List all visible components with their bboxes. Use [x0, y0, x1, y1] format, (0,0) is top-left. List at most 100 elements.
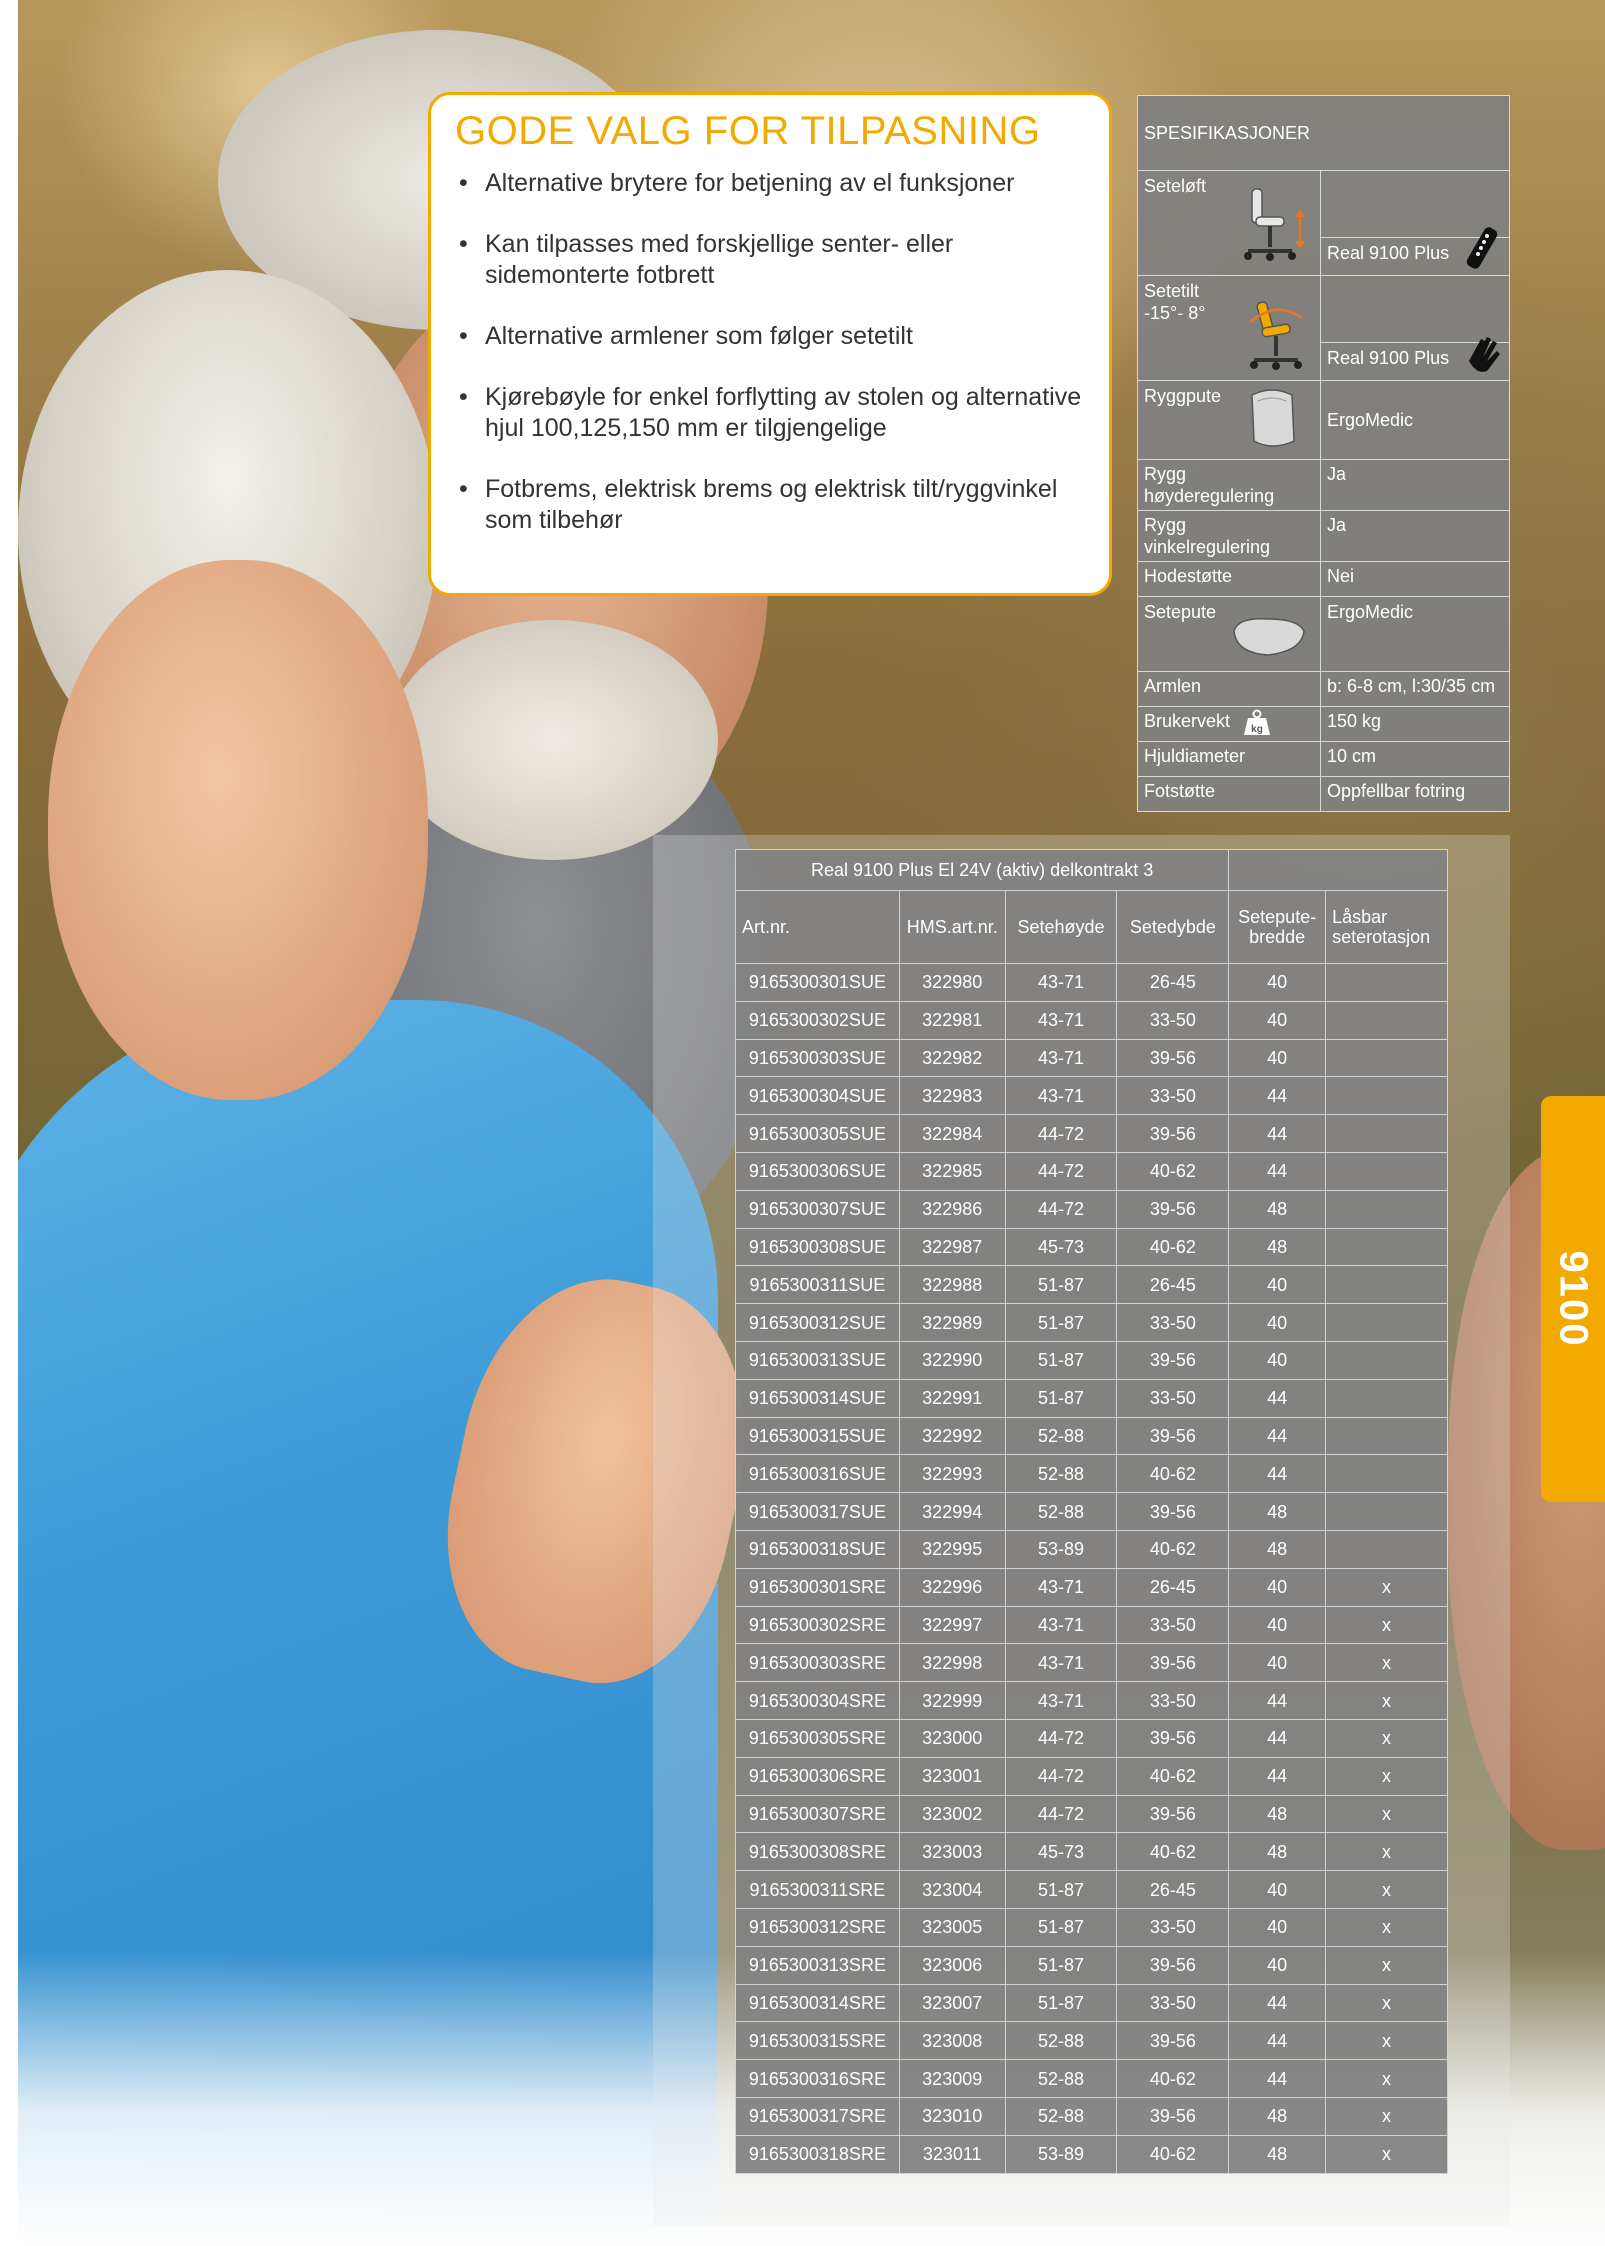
- cell-setepute-bredde: 48: [1228, 1227, 1327, 1267]
- cell-setedybde: 26-45: [1116, 963, 1230, 1002]
- cell-setehoyde: 44-72: [1004, 1114, 1118, 1153]
- seat-cushion-icon: [1233, 618, 1305, 656]
- man-beard: [388, 620, 718, 860]
- cell-setedybde: 33-50: [1116, 1605, 1230, 1645]
- cell-hms-artnr: 322990: [898, 1340, 1006, 1380]
- table-row: 9165300313SUE 322990 51-87 39-56 40: [735, 1340, 1448, 1380]
- cell-hms-artnr: 323000: [898, 1718, 1006, 1758]
- cell-lasbar-seterotasjon: [1325, 1416, 1448, 1456]
- cell-setedybde: 39-56: [1116, 2096, 1230, 2136]
- cell-lasbar-seterotasjon: [1325, 1303, 1448, 1342]
- cell-setepute-bredde: 44: [1228, 1416, 1327, 1456]
- spec-row-armlen: Armlen b: 6-8 cm, l:30/35 cm: [1137, 671, 1510, 707]
- table-row: 9165300304SUE 322983 43-71 33-50 44: [735, 1076, 1448, 1116]
- cell-lasbar-seterotasjon: [1325, 1038, 1448, 1078]
- cell-hms-artnr: 323011: [898, 2134, 1006, 2174]
- cell-setepute-bredde: 44: [1228, 1076, 1327, 1116]
- col-header-setedybde: Setedybde: [1116, 890, 1230, 964]
- cell-setehoyde: 53-89: [1004, 1529, 1118, 1569]
- cell-lasbar-seterotasjon: x: [1325, 2134, 1448, 2174]
- armlen-label: Armlen: [1137, 671, 1321, 707]
- table-row: 9165300314SRE 323007 51-87 33-50 44 x: [735, 1983, 1448, 2023]
- cell-setedybde: 26-45: [1116, 1870, 1230, 1909]
- cell-artnr: 9165300301SUE: [735, 963, 900, 1002]
- hjuldiameter-label: Hjuldiameter: [1137, 741, 1321, 777]
- cell-artnr: 9165300312SUE: [735, 1303, 900, 1342]
- cell-setedybde: 39-56: [1116, 1794, 1230, 1834]
- seteloft-value: Real 9100 Plus: [1327, 243, 1450, 263]
- cell-artnr: 9165300317SUE: [735, 1492, 900, 1531]
- cell-setepute-bredde: 40: [1228, 1567, 1327, 1607]
- cell-hms-artnr: 323007: [898, 1983, 1006, 2023]
- cell-artnr: 9165300313SUE: [735, 1340, 900, 1380]
- table-row: 9165300305SUE 322984 44-72 39-56 44: [735, 1114, 1448, 1153]
- rygg-hoyde-label: Rygg høyderegulering: [1137, 459, 1321, 511]
- cell-setehoyde: 44-72: [1004, 1151, 1118, 1191]
- feature-item: • Alternative armlener som følger setetil…: [455, 321, 1085, 352]
- cell-lasbar-seterotasjon: x: [1325, 1756, 1448, 1796]
- cell-setehoyde: 51-87: [1004, 1945, 1118, 1985]
- col-header-setehoyde: Setehøyde: [1004, 890, 1118, 964]
- table-row: 9165300311SUE 322988 51-87 26-45 40: [735, 1265, 1448, 1305]
- cell-lasbar-seterotasjon: [1325, 1227, 1448, 1267]
- cell-hms-artnr: 322989: [898, 1303, 1006, 1342]
- armlen-value: b: 6-8 cm, l:30/35 cm: [1320, 671, 1510, 707]
- spec-row-setepute: Setepute ErgoMedic: [1137, 596, 1510, 672]
- cell-setepute-bredde: 48: [1228, 1189, 1327, 1229]
- bullet-icon: •: [459, 383, 468, 411]
- cell-hms-artnr: 323008: [898, 2021, 1006, 2061]
- fotstotte-label: Fotstøtte: [1137, 776, 1321, 812]
- cell-setepute-bredde: 44: [1228, 1454, 1327, 1494]
- cell-setedybde: 40-62: [1116, 2059, 1230, 2098]
- cell-lasbar-seterotasjon: [1325, 1529, 1448, 1569]
- table-row: 9165300306SRE 323001 44-72 40-62 44 x: [735, 1756, 1448, 1796]
- cell-setepute-bredde: 44: [1228, 1756, 1327, 1796]
- cell-setepute-bredde: 40: [1228, 1605, 1327, 1645]
- feature-text: Kjørebøyle for enkel forflytting av stol…: [485, 383, 1082, 442]
- spec-value-cell: Real 9100 Plus: [1320, 275, 1510, 381]
- ryggpute-value: ErgoMedic: [1320, 380, 1510, 460]
- rygg-vinkel-label: Rygg vinkelregulering: [1137, 510, 1321, 562]
- spec-row-rygg-vinkel: Rygg vinkelregulering Ja: [1137, 510, 1510, 562]
- table-row: 9165300317SRE 323010 52-88 39-56 48 x: [735, 2096, 1448, 2136]
- table-row: 9165300303SUE 322982 43-71 39-56 40: [735, 1038, 1448, 1078]
- cell-hms-artnr: 322987: [898, 1227, 1006, 1267]
- cell-setedybde: 40-62: [1116, 1832, 1230, 1872]
- cell-hms-artnr: 322993: [898, 1454, 1006, 1494]
- hjuldiameter-value: 10 cm: [1320, 741, 1510, 777]
- cell-hms-artnr: 322996: [898, 1567, 1006, 1607]
- cell-artnr: 9165300318SRE: [735, 2134, 900, 2174]
- cell-artnr: 9165300301SRE: [735, 1567, 900, 1607]
- cell-setedybde: 39-56: [1116, 1340, 1230, 1380]
- cell-setedybde: 40-62: [1116, 1756, 1230, 1796]
- cell-setepute-bredde: 40: [1228, 1907, 1327, 1947]
- setetilt-value: Real 9100 Plus: [1327, 348, 1450, 368]
- cell-setepute-bredde: 40: [1228, 1945, 1327, 1985]
- cell-artnr: 9165300305SUE: [735, 1114, 900, 1153]
- table-row: 9165300312SUE 322989 51-87 33-50 40: [735, 1303, 1448, 1342]
- feature-item: • Fotbrems, elektrisk brems og elektrisk …: [455, 474, 1085, 536]
- cell-artnr: 9165300302SRE: [735, 1605, 900, 1645]
- table-row: 9165300305SRE 323000 44-72 39-56 44 x: [735, 1718, 1448, 1758]
- spec-label-cell: Seteløft: [1137, 170, 1321, 276]
- cell-lasbar-seterotasjon: x: [1325, 1983, 1448, 2023]
- cell-setepute-bredde: 40: [1228, 1643, 1327, 1683]
- cell-setedybde: 39-56: [1116, 2021, 1230, 2061]
- cell-setehoyde: 51-87: [1004, 1303, 1118, 1342]
- cell-setehoyde: 52-88: [1004, 2021, 1118, 2061]
- cell-setepute-bredde: 48: [1228, 1529, 1327, 1569]
- cell-setedybde: 39-56: [1116, 1492, 1230, 1531]
- cell-setedybde: 33-50: [1116, 1000, 1230, 1040]
- table-row: 9165300316SRE 323009 52-88 40-62 44 x: [735, 2059, 1448, 2098]
- cell-setedybde: 39-56: [1116, 1038, 1230, 1078]
- cell-setehoyde: 52-88: [1004, 1454, 1118, 1494]
- cell-lasbar-seterotasjon: [1325, 1000, 1448, 1040]
- cell-lasbar-seterotasjon: [1325, 1114, 1448, 1153]
- cell-setepute-bredde: 40: [1228, 1000, 1327, 1040]
- table-row: 9165300315SUE 322992 52-88 39-56 44: [735, 1416, 1448, 1456]
- cell-lasbar-seterotasjon: x: [1325, 1945, 1448, 1985]
- cell-artnr: 9165300313SRE: [735, 1945, 900, 1985]
- spec-row-fotstotte: Fotstøtte Oppfellbar fotring: [1137, 776, 1510, 812]
- cell-setehoyde: 43-71: [1004, 1605, 1118, 1645]
- cell-artnr: 9165300318SUE: [735, 1529, 900, 1569]
